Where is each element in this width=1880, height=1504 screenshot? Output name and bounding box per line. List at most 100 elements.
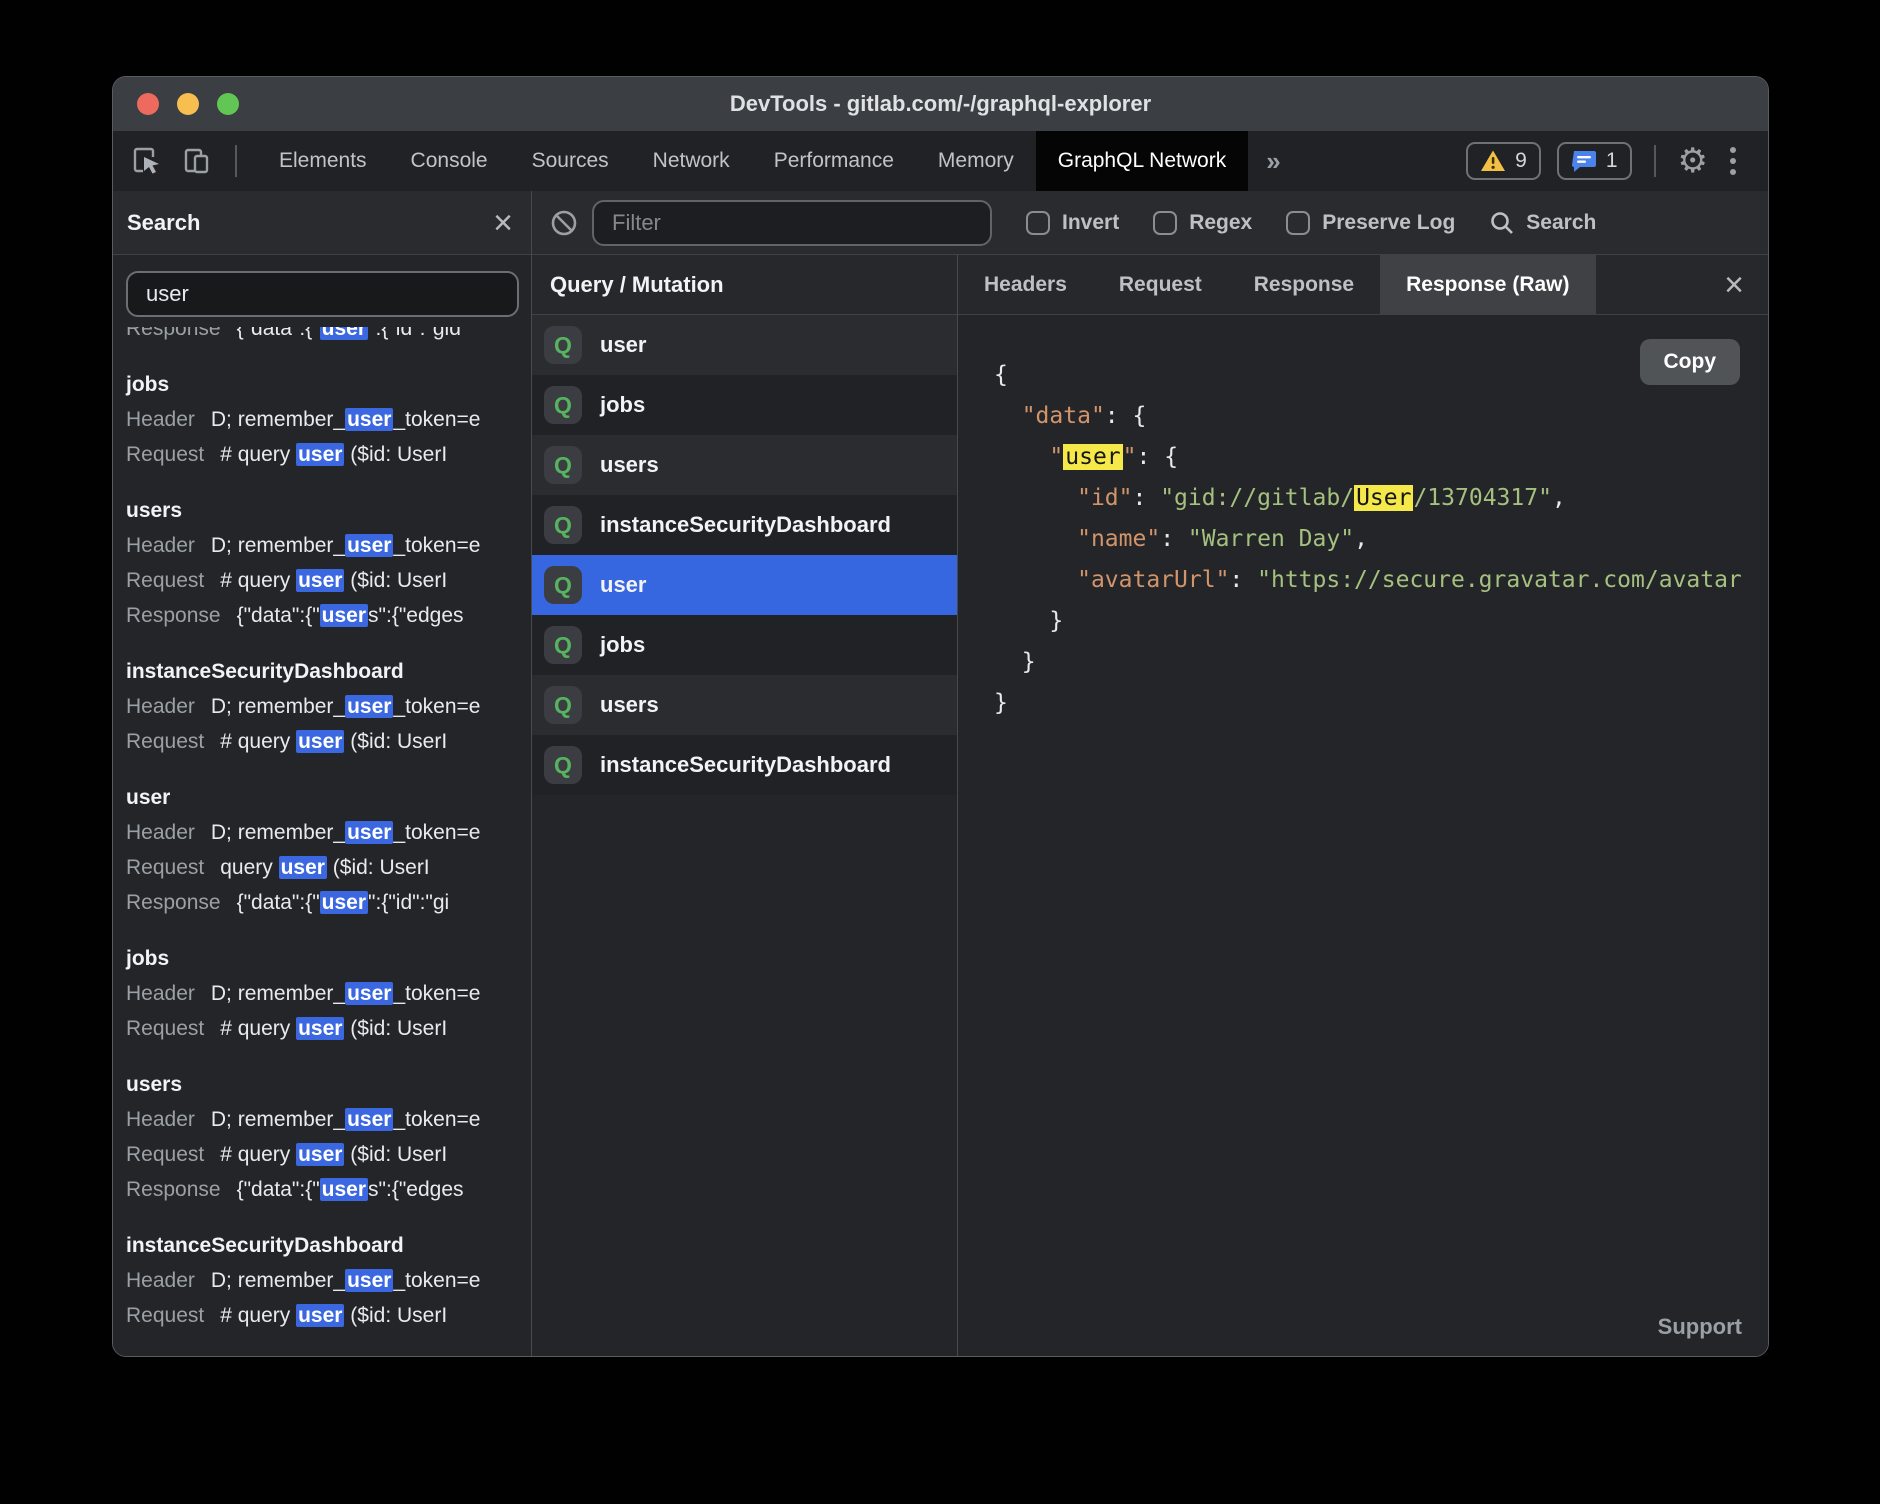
tab-elements[interactable]: Elements [257, 131, 389, 191]
regex-checkbox[interactable] [1153, 211, 1177, 235]
query-list-item-label: jobs [600, 632, 645, 658]
json-token [994, 403, 1022, 429]
tab-memory[interactable]: Memory [916, 131, 1036, 191]
search-panel-title: Search [127, 210, 200, 236]
query-list-item-label: instanceSecurityDashboard [600, 752, 891, 778]
query-list-item-jobs[interactable]: Qjobs [532, 615, 957, 675]
search-panel-close-icon[interactable]: × [493, 208, 513, 238]
invert-label: Invert [1062, 211, 1119, 235]
tab-sources[interactable]: Sources [510, 131, 631, 191]
result-text: ($id: UserI [344, 1143, 447, 1166]
result-text: ($id: UserI [344, 569, 447, 592]
support-link[interactable]: Support [1658, 1314, 1742, 1340]
preserve-log-checkbox[interactable] [1286, 211, 1310, 235]
search-match-highlight: user [296, 1143, 344, 1166]
result-text: # query [220, 443, 296, 466]
search-result-row[interactable]: Request# query user ($id: UserI [126, 724, 531, 759]
result-field-value: {"data":{"user":{"id":"gid [237, 327, 461, 340]
search-match-highlight: user [345, 695, 393, 718]
search-toggle[interactable]: Search [1489, 210, 1596, 236]
search-match-highlight: user [296, 1304, 344, 1327]
json-token: : [1160, 526, 1188, 552]
network-right-column: Invert Regex Preserve Log Search [532, 191, 1768, 1356]
search-result-row[interactable]: Request# query user ($id: UserI [126, 437, 531, 472]
detail-tab-response-raw[interactable]: Response (Raw) [1380, 255, 1595, 314]
search-result-row[interactable]: Header D; remember_user_token=e [126, 1102, 531, 1137]
json-token [994, 444, 1049, 470]
result-text: _token=e [393, 1108, 480, 1131]
search-result-row[interactable]: HeaderD; remember_user_token=e [126, 528, 531, 563]
warnings-badge[interactable]: 9 [1466, 142, 1541, 180]
search-input[interactable] [126, 271, 519, 317]
json-viewer: { "data": { "user": { "id": "gid://gitla… [994, 355, 1768, 724]
result-text: _token=e [393, 408, 480, 431]
search-result-row[interactable]: HeaderD; remember_user_token=e [126, 402, 531, 437]
messages-badge[interactable]: 1 [1557, 142, 1632, 180]
query-list-item-jobs[interactable]: Qjobs [532, 375, 957, 435]
detail-tab-request[interactable]: Request [1093, 255, 1228, 314]
search-result-group-title: jobs [126, 367, 531, 402]
json-token: { [994, 362, 1008, 388]
result-field-value: D; remember_user_token=e [211, 1108, 481, 1131]
tab-performance[interactable]: Performance [752, 131, 916, 191]
search-match-highlight: user [345, 1269, 393, 1292]
result-field-label: Request [126, 443, 204, 466]
more-tabs-icon[interactable]: » [1248, 131, 1298, 191]
inspect-element-icon[interactable] [129, 143, 165, 179]
tab-graphql-network[interactable]: GraphQL Network [1036, 131, 1248, 191]
search-result-row[interactable]: HeaderD; remember_user_token=e [126, 1263, 531, 1298]
result-field-value: D; remember_user_token=e [211, 534, 481, 557]
filter-input[interactable] [592, 200, 992, 246]
search-result-row[interactable]: Response{"data":{"users":{"edges [126, 1172, 531, 1207]
result-text: ":{"id":"gi [368, 891, 449, 914]
detail-close-icon[interactable]: × [1724, 270, 1744, 300]
search-match-highlight: user [296, 1017, 344, 1040]
json-token: "Warren Day" [1188, 526, 1354, 552]
search-result-group: userHeaderD; remember_user_token=eReques… [126, 780, 531, 920]
message-count: 1 [1606, 149, 1618, 173]
tab-console[interactable]: Console [389, 131, 510, 191]
copy-button[interactable]: Copy [1640, 339, 1741, 385]
search-result-row[interactable]: Response{"data":{"user":{"id":"gid [126, 327, 531, 346]
query-list-item-users[interactable]: Qusers [532, 435, 957, 495]
query-list-item-user[interactable]: Quser [532, 555, 957, 615]
search-result-row[interactable]: Request# query user ($id: UserI [126, 563, 531, 598]
clear-icon[interactable] [550, 209, 578, 237]
detail-tab-headers[interactable]: Headers [958, 255, 1093, 314]
search-result-row[interactable]: HeaderD; remember_user_token=e [126, 689, 531, 724]
tab-network[interactable]: Network [631, 131, 752, 191]
search-match-highlight: user [296, 443, 344, 466]
search-results: Response{"data":{"user":{"id":"gidjobsHe… [113, 327, 531, 1356]
search-match-highlight: user [345, 408, 393, 431]
search-result-group: instanceSecurityDashboardHeaderD; rememb… [126, 654, 531, 759]
query-list-item-instancesecuritydashboard[interactable]: QinstanceSecurityDashboard [532, 495, 957, 555]
search-result-row[interactable]: Requestquery user ($id: UserI [126, 850, 531, 885]
kebab-menu-icon[interactable] [1724, 147, 1742, 175]
search-result-row[interactable]: Request# query user ($id: UserI [126, 1298, 531, 1333]
search-result-row[interactable]: Response{"data":{"users":{"edges [126, 598, 531, 633]
json-token: "avatarUrl" [1077, 567, 1229, 593]
result-text: {"data":{" [237, 604, 320, 627]
detail-close-wrap: × [1724, 255, 1768, 314]
json-line: "avatarUrl": "https://secure.gravatar.co… [994, 560, 1768, 601]
search-result-row[interactable]: HeaderD; remember_user_token=e [126, 815, 531, 850]
result-text: ($id: UserI [344, 1304, 447, 1327]
detail-tab-response[interactable]: Response [1228, 255, 1380, 314]
regex-label: Regex [1189, 211, 1252, 235]
search-result-row[interactable]: Response{"data":{"user":{"id":"gi [126, 885, 531, 920]
device-toolbar-icon[interactable] [179, 143, 215, 179]
search-result-row[interactable]: Request# query user ($id: UserI [126, 1137, 531, 1172]
result-field-label: Header [126, 1108, 195, 1131]
invert-checkbox[interactable] [1026, 211, 1050, 235]
window-titlebar[interactable]: DevTools - gitlab.com/-/graphql-explorer [113, 77, 1768, 131]
result-field-label: Request [126, 856, 204, 879]
search-match-highlight: user [345, 534, 393, 557]
query-type-badge: Q [544, 566, 582, 604]
settings-gear-icon[interactable]: ⚙ [1678, 144, 1708, 178]
query-list-item-instancesecuritydashboard[interactable]: QinstanceSecurityDashboard [532, 735, 957, 795]
search-result-group: jobsHeaderD; remember_user_token=eReques… [126, 941, 531, 1046]
search-result-row[interactable]: HeaderD; remember_user_token=e [126, 976, 531, 1011]
query-list-item-user[interactable]: Quser [532, 315, 957, 375]
search-result-row[interactable]: Request# query user ($id: UserI [126, 1011, 531, 1046]
query-list-item-users[interactable]: Qusers [532, 675, 957, 735]
